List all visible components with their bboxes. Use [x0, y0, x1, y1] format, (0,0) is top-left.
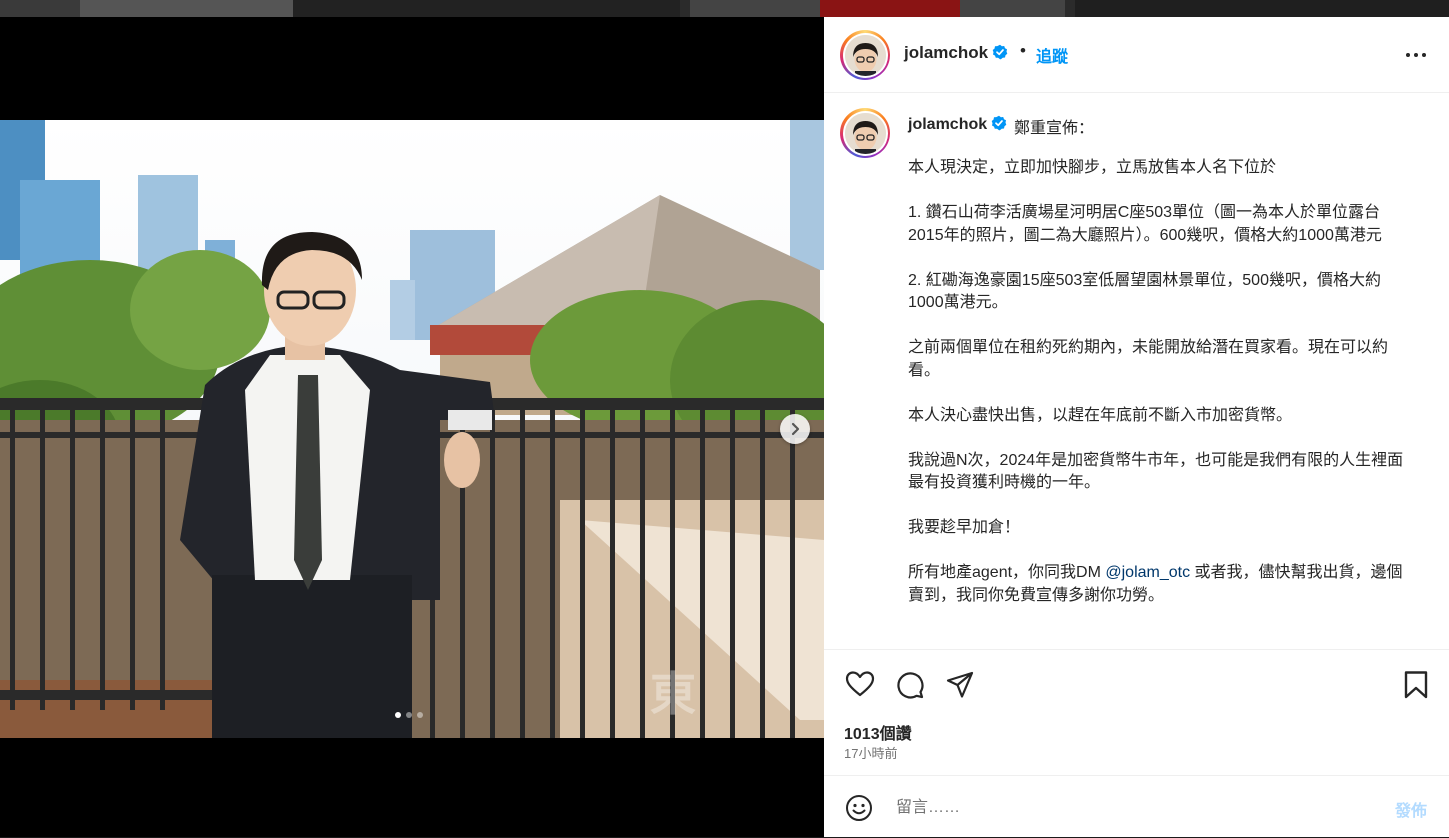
- emoji-icon: [846, 795, 872, 821]
- post-comment-button[interactable]: 發佈: [1395, 797, 1427, 821]
- likes-count[interactable]: 1013個讚: [844, 720, 912, 744]
- follow-button[interactable]: 追蹤: [1036, 43, 1068, 67]
- share-button[interactable]: [945, 670, 975, 705]
- caption-paragraph: 我說過N次，2024年是加密貨幣牛市年，也可能是我們有限的人生裡面最有投資獲利時…: [908, 451, 1404, 492]
- action-bar: [824, 649, 1449, 730]
- post-photo: 東: [0, 120, 824, 738]
- caption-body: 本人現決定，立即加快腳步，立馬放售本人名下位於 1. 鑽石山荷李活廣場星河明居C…: [908, 157, 1412, 630]
- post-timestamp[interactable]: 17小時前: [844, 743, 897, 762]
- carousel-dot-3: [417, 712, 423, 718]
- background-feed-strip: [0, 0, 1449, 17]
- post-modal: 東 jolamchok • 追蹤 jolamchok 鄭重宣佈： 本人現決定，立…: [0, 17, 1449, 837]
- mention-link[interactable]: @jolam_otc: [1105, 564, 1190, 581]
- caption-area: jolamchok 鄭重宣佈： 本人現決定，立即加快腳步，立馬放售本人名下位於 …: [824, 93, 1449, 649]
- caption-text: 所有地產agent，你同我DM: [908, 564, 1106, 581]
- caption-last-paragraph: 所有地產agent，你同我DM @jolam_otc 或者我，儘快幫我出貨，邊個…: [908, 562, 1412, 607]
- header-separator: •: [1020, 41, 1026, 60]
- carousel-dot-2: [406, 712, 412, 718]
- carousel-indicators: [395, 712, 423, 718]
- verified-badge-icon: [991, 115, 1007, 131]
- header-username-link[interactable]: jolamchok: [904, 43, 1008, 63]
- svg-text:東: 東: [650, 667, 696, 721]
- post-header: jolamchok • 追蹤: [824, 17, 1449, 93]
- caption-paragraph: 2. 紅磡海逸豪園15座503室低層望園林景單位，500幾呎，價格大約1000萬…: [908, 271, 1381, 312]
- caption-paragraph: 之前兩個單位在租約死約期內，未能開放給潛在買家看。現在可以約看。: [908, 339, 1389, 379]
- caption-avatar[interactable]: [840, 108, 890, 158]
- caption-username: jolamchok: [908, 116, 988, 133]
- comment-icon: [897, 672, 924, 699]
- carousel-next-button[interactable]: [780, 414, 810, 444]
- heart-icon: [845, 671, 875, 697]
- caption-username-link[interactable]: jolamchok: [908, 115, 1007, 134]
- more-options-icon: [1406, 53, 1426, 57]
- share-icon: [946, 671, 974, 698]
- caption-paragraph: 本人決心盡快出售，以趕在年底前不斷入市加密貨幣。: [908, 406, 1293, 424]
- chevron-right-icon: [791, 422, 800, 436]
- header-username: jolamchok: [904, 43, 989, 62]
- post-media: 東: [0, 17, 824, 837]
- more-options-button[interactable]: [1405, 44, 1427, 71]
- caption-paragraph: 我要趁早加倉！: [908, 519, 1021, 536]
- bookmark-icon: [1404, 671, 1428, 699]
- verified-badge-icon: [992, 44, 1008, 60]
- header-avatar[interactable]: [840, 30, 890, 80]
- caption-heading: 鄭重宣佈：: [1014, 120, 1095, 137]
- post-side-panel: jolamchok • 追蹤 jolamchok 鄭重宣佈： 本人現決定，立即加…: [824, 17, 1449, 837]
- emoji-button[interactable]: [845, 794, 873, 827]
- comment-input[interactable]: [894, 794, 1378, 822]
- like-button[interactable]: [845, 670, 875, 703]
- comment-button[interactable]: [895, 670, 925, 705]
- caption-paragraph: 1. 鑽石山荷李活廣場星河明居C座503單位（圖一為本人於單位露台2015年的照…: [908, 204, 1382, 244]
- save-button[interactable]: [1403, 670, 1429, 705]
- carousel-dot-1: [395, 712, 401, 718]
- caption-paragraph: 本人現決定，立即加快腳步，立馬放售本人名下位於: [908, 159, 1277, 176]
- comment-bar: 發佈: [824, 775, 1449, 838]
